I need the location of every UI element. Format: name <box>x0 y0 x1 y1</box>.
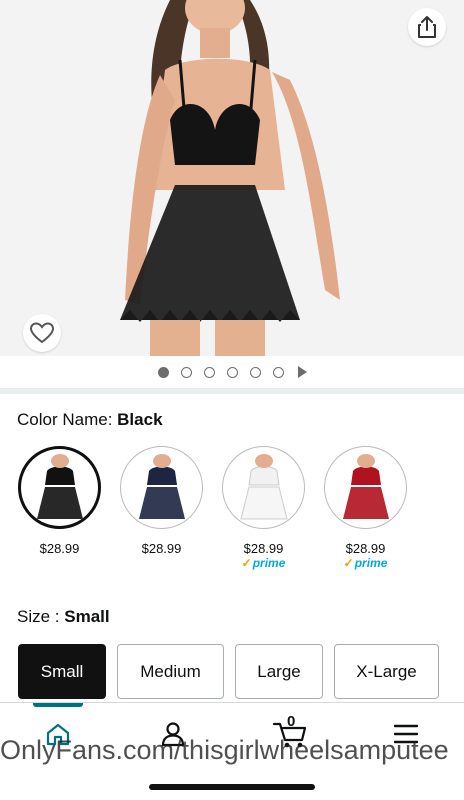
play-video-icon[interactable] <box>297 366 307 378</box>
color-swatch-black[interactable]: $28.99 <box>18 446 101 570</box>
prime-badge: ✓ prime <box>241 556 286 570</box>
color-swatch-list: $28.99 $28.99 $28.99 ✓ prime $28.99 ✓ pr… <box>18 446 407 570</box>
swatch-price: $28.99 <box>345 541 386 556</box>
product-photo <box>0 0 464 356</box>
prime-check-icon: ✓ <box>241 556 252 570</box>
selected-color: Black <box>117 410 163 429</box>
swatch-image <box>222 446 305 529</box>
size-option-x-large[interactable]: X-Large <box>334 644 439 699</box>
add-to-wishlist-button[interactable] <box>23 314 61 352</box>
carousel-dot[interactable] <box>272 366 284 378</box>
color-name-label: Color Name: Black <box>17 410 163 429</box>
size-option-list: Small Medium Large X-Large <box>18 644 439 699</box>
swatch-image <box>120 446 203 529</box>
prime-badge: ✓ prime <box>343 556 388 570</box>
size-option-medium[interactable]: Medium <box>117 644 224 699</box>
color-swatch-white[interactable]: $28.99 ✓ prime <box>222 446 305 570</box>
prime-check-icon: ✓ <box>343 556 354 570</box>
cart-count-badge: 0 <box>287 713 296 730</box>
swatch-price: $28.99 <box>39 541 80 556</box>
carousel-dot[interactable] <box>180 366 192 378</box>
swatch-image <box>18 446 101 529</box>
share-button[interactable] <box>408 8 446 46</box>
heart-icon <box>29 322 55 344</box>
carousel-dot[interactable] <box>226 366 238 378</box>
size-option-large[interactable]: Large <box>235 644 323 699</box>
size-option-small[interactable]: Small <box>18 644 106 699</box>
carousel-dot[interactable] <box>157 366 169 378</box>
swatch-price: $28.99 <box>243 541 284 556</box>
carousel-dot[interactable] <box>249 366 261 378</box>
share-icon <box>418 16 436 38</box>
section-divider <box>0 388 464 394</box>
product-image-carousel[interactable] <box>0 0 464 356</box>
color-swatch-navy[interactable]: $28.99 <box>120 446 203 570</box>
watermark-text: OnlyFans.com/thisgirlwheelsamputee <box>0 735 449 765</box>
size-label: Size : Small <box>17 607 110 626</box>
home-indicator-bar <box>149 784 315 790</box>
swatch-price: $28.99 <box>141 541 182 556</box>
active-tab-indicator <box>33 703 83 707</box>
carousel-dot[interactable] <box>203 366 215 378</box>
color-swatch-red[interactable]: $28.99 ✓ prime <box>324 446 407 570</box>
swatch-image <box>324 446 407 529</box>
selected-size: Small <box>64 607 110 626</box>
carousel-pagination[interactable] <box>0 366 464 378</box>
